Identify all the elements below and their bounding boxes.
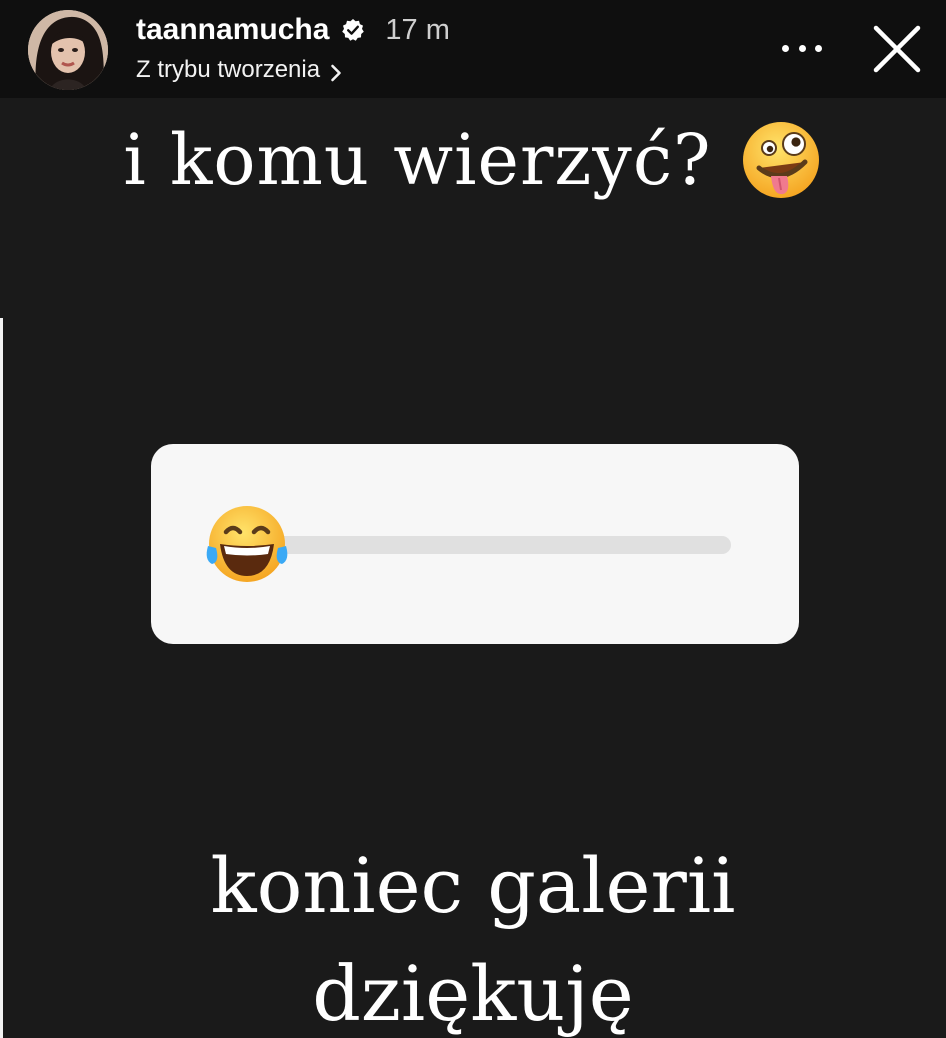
footer-line-1: koniec galerii — [210, 841, 736, 930]
story-headline: i komu wierzyć? — [0, 118, 946, 202]
verified-badge-icon — [341, 18, 365, 42]
emoji-slider-sticker[interactable] — [151, 444, 799, 644]
avatar[interactable] — [28, 10, 108, 90]
story-header: taannamucha 17 m Z trybu tworzenia — [0, 0, 946, 98]
story-viewer[interactable]: taannamucha 17 m Z trybu tworzenia i kom… — [0, 0, 946, 1038]
zany-face-icon — [739, 118, 823, 202]
more-dot — [798, 44, 806, 52]
slider-track[interactable] — [247, 536, 731, 554]
chevron-right-icon — [330, 61, 342, 82]
more-dot — [782, 44, 789, 52]
close-icon[interactable] — [870, 22, 924, 76]
created-with-label: Z trybu tworzenia — [136, 56, 321, 83]
footer-line-2: dziękuję — [312, 949, 634, 1038]
headline-text: i komu wierzyć? — [123, 119, 712, 201]
user-row: taannamucha 17 m — [136, 12, 450, 48]
more-dot — [815, 44, 822, 52]
profile-photo-icon — [28, 10, 108, 90]
more-options-icon[interactable] — [776, 30, 828, 66]
username[interactable]: taannamucha — [136, 13, 329, 47]
slider-thumb-laughing-icon[interactable] — [202, 502, 292, 588]
created-with-link[interactable]: Z trybu tworzenia — [136, 54, 342, 86]
post-time: 17 m — [385, 13, 450, 46]
story-footer-text: koniec galerii dziękuję — [0, 832, 946, 1038]
